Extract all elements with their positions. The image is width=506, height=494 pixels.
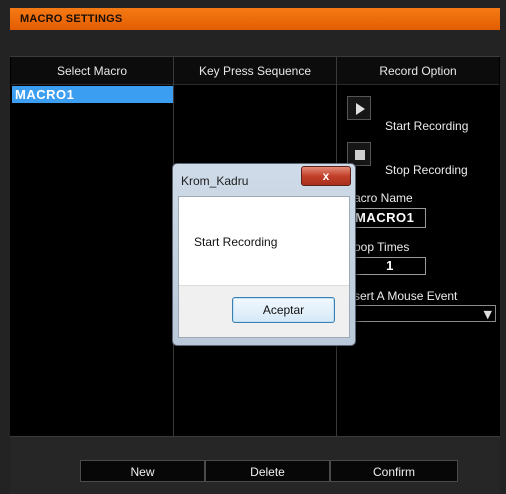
mouse-event-label: sert A Mouse Event: [354, 289, 458, 303]
mouse-event-select[interactable]: ▼: [348, 305, 496, 322]
column-header-key-press-sequence: Key Press Sequence: [174, 57, 336, 85]
stop-icon: [355, 150, 365, 160]
message-dialog: Krom_Kadru x Start Recording Aceptar: [172, 163, 356, 346]
macro-list-item[interactable]: MACRO1: [12, 86, 173, 103]
start-recording-label: Start Recording: [385, 119, 469, 133]
close-icon: x: [322, 169, 330, 183]
close-button[interactable]: x: [301, 166, 351, 186]
chevron-down-icon: ▼: [483, 308, 492, 321]
column-header-select-macro: Select Macro: [11, 57, 173, 85]
macro-name-input[interactable]: MACRO1: [352, 208, 426, 228]
new-button[interactable]: New: [80, 460, 205, 482]
confirm-button[interactable]: Confirm: [330, 460, 458, 482]
start-recording-button[interactable]: [347, 96, 371, 120]
window-title: MACRO SETTINGS: [10, 8, 500, 30]
ok-button[interactable]: Aceptar: [232, 297, 335, 323]
play-icon: [356, 103, 365, 115]
loop-times-label: oop Times: [354, 240, 410, 254]
dialog-title: Krom_Kadru: [181, 174, 249, 188]
macro-name-label: acro Name: [354, 191, 413, 205]
delete-button[interactable]: Delete: [205, 460, 330, 482]
stop-recording-label: Stop Recording: [385, 163, 468, 177]
loop-times-input[interactable]: 1: [354, 257, 426, 275]
dialog-message: Start Recording: [194, 235, 278, 249]
column-header-record-option: Record Option: [337, 57, 499, 85]
